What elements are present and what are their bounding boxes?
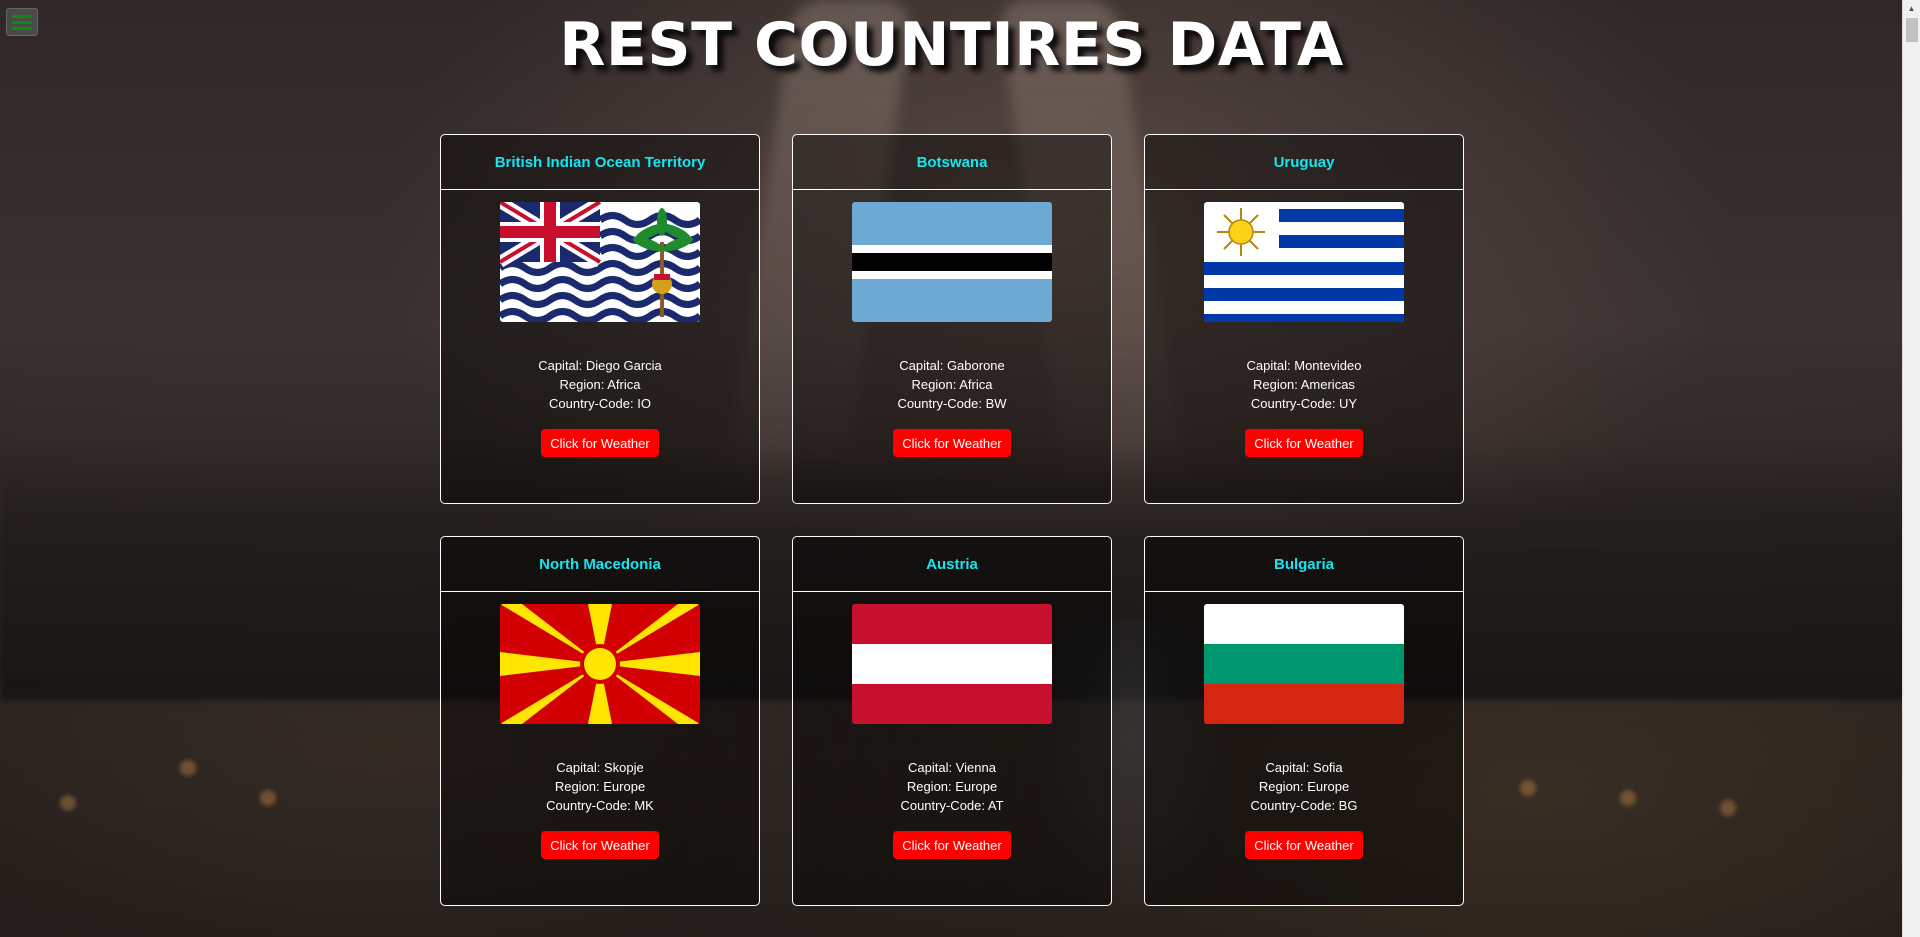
country-code-value: MK: [634, 798, 654, 813]
country-card: Austria Capital: Vienna Region: Europe C…: [792, 536, 1112, 906]
capital-label: Capital:: [908, 760, 956, 775]
country-code-line: Country-Code: UY: [1145, 394, 1463, 413]
region-value: Africa: [959, 377, 993, 392]
weather-button[interactable]: Click for Weather: [893, 831, 1011, 859]
region-line: Region: Africa: [441, 375, 759, 394]
region-label: Region:: [554, 779, 604, 794]
country-code-label: Country-Code:: [549, 396, 638, 411]
country-card-grid: British Indian Ocean Territory Capital: …: [440, 134, 1464, 906]
capital-label: Capital:: [556, 760, 604, 775]
country-code-line: Country-Code: AT: [793, 796, 1111, 815]
country-card: Bulgaria Capital: Sofia Region: Europe C…: [1144, 536, 1464, 906]
capital-line: Capital: Diego Garcia: [441, 356, 759, 375]
region-value: Americas: [1300, 377, 1355, 392]
region-value: Europe: [1307, 779, 1350, 794]
capital-label: Capital:: [538, 358, 586, 373]
background-bokeh: [180, 760, 196, 776]
country-name: Uruguay: [1145, 135, 1463, 190]
region-value: Europe: [955, 779, 998, 794]
region-line: Region: Africa: [793, 375, 1111, 394]
north-macedonia-flag: [500, 604, 700, 724]
region-label: Region:: [906, 779, 956, 794]
country-code-line: Country-Code: BW: [793, 394, 1111, 413]
background-bokeh: [1620, 790, 1636, 806]
country-name: North Macedonia: [441, 537, 759, 592]
country-info: Capital: Gaborone Region: Africa Country…: [793, 356, 1111, 413]
scroll-up-arrow-icon[interactable]: ▲: [1903, 0, 1920, 17]
background-bokeh: [260, 790, 276, 806]
weather-button[interactable]: Click for Weather: [1245, 429, 1363, 457]
country-info: Capital: Sofia Region: Europe Country-Co…: [1145, 758, 1463, 815]
capital-line: Capital: Vienna: [793, 758, 1111, 777]
region-line: Region: Americas: [1145, 375, 1463, 394]
country-name: Austria: [793, 537, 1111, 592]
country-code-label: Country-Code:: [1250, 396, 1340, 411]
region-label: Region:: [1258, 779, 1308, 794]
country-name: Botswana: [793, 135, 1111, 190]
capital-line: Capital: Skopje: [441, 758, 759, 777]
country-code-value: BW: [985, 396, 1007, 411]
region-line: Region: Europe: [1145, 777, 1463, 796]
capital-label: Capital:: [899, 358, 947, 373]
country-code-label: Country-Code:: [897, 396, 986, 411]
region-label: Region:: [911, 377, 960, 392]
region-label: Region:: [1253, 377, 1301, 392]
capital-line: Capital: Montevideo: [1145, 356, 1463, 375]
capital-value: Montevideo: [1294, 358, 1362, 373]
country-code-line: Country-Code: BG: [1145, 796, 1463, 815]
capital-value: Gaborone: [946, 358, 1005, 373]
background-bokeh: [1720, 800, 1736, 816]
scrollbar-thumb[interactable]: [1906, 18, 1918, 42]
capital-value: Diego Garcia: [585, 358, 662, 373]
country-code-label: Country-Code:: [546, 798, 635, 813]
country-code-value: UY: [1339, 396, 1358, 411]
capital-label: Capital:: [1246, 358, 1295, 373]
background-bokeh: [60, 795, 76, 811]
weather-button[interactable]: Click for Weather: [541, 831, 659, 859]
country-code-label: Country-Code:: [900, 798, 988, 813]
country-info: Capital: Skopje Region: Europe Country-C…: [441, 758, 759, 815]
country-code-label: Country-Code:: [1250, 798, 1339, 813]
country-info: Capital: Diego Garcia Region: Africa Cou…: [441, 356, 759, 413]
country-card: Uruguay Capital: Montevideo Region: Amer…: [1144, 134, 1464, 504]
country-name: British Indian Ocean Territory: [441, 135, 759, 190]
country-info: Capital: Vienna Region: Europe Country-C…: [793, 758, 1111, 815]
uruguay-flag: [1204, 202, 1404, 322]
austria-flag: [852, 604, 1052, 724]
vertical-scrollbar[interactable]: ▲: [1902, 0, 1920, 937]
country-card: Botswana Capital: Gaborone Region: Afric…: [792, 134, 1112, 504]
weather-button[interactable]: Click for Weather: [541, 429, 659, 457]
weather-button[interactable]: Click for Weather: [893, 429, 1011, 457]
country-card: British Indian Ocean Territory Capital: …: [440, 134, 760, 504]
capital-value: Skopje: [603, 760, 644, 775]
country-name: Bulgaria: [1145, 537, 1463, 592]
bulgaria-flag: [1204, 604, 1404, 724]
background-bokeh: [1520, 780, 1536, 796]
region-label: Region:: [559, 377, 608, 392]
country-code-value: IO: [637, 396, 651, 411]
botswana-flag: [852, 202, 1052, 322]
capital-line: Capital: Sofia: [1145, 758, 1463, 777]
page-background: REST COUNTIRES DATA British Indian Ocean…: [0, 0, 1920, 937]
capital-value: Sofia: [1313, 760, 1343, 775]
region-line: Region: Europe: [793, 777, 1111, 796]
capital-value: Vienna: [955, 760, 996, 775]
country-code-line: Country-Code: IO: [441, 394, 759, 413]
country-card: North Macedonia Capital: Skopje Region: …: [440, 536, 760, 906]
country-code-value: AT: [987, 798, 1004, 813]
capital-line: Capital: Gaborone: [793, 356, 1111, 375]
country-info: Capital: Montevideo Region: Americas Cou…: [1145, 356, 1463, 413]
region-value: Africa: [607, 377, 641, 392]
british-indian-ocean-territory-flag: [500, 202, 700, 322]
capital-label: Capital:: [1265, 760, 1314, 775]
country-code-line: Country-Code: MK: [441, 796, 759, 815]
region-line: Region: Europe: [441, 777, 759, 796]
weather-button[interactable]: Click for Weather: [1245, 831, 1363, 859]
country-code-value: BG: [1338, 798, 1358, 813]
page-title: REST COUNTIRES DATA: [559, 10, 1344, 80]
region-value: Europe: [603, 779, 646, 794]
